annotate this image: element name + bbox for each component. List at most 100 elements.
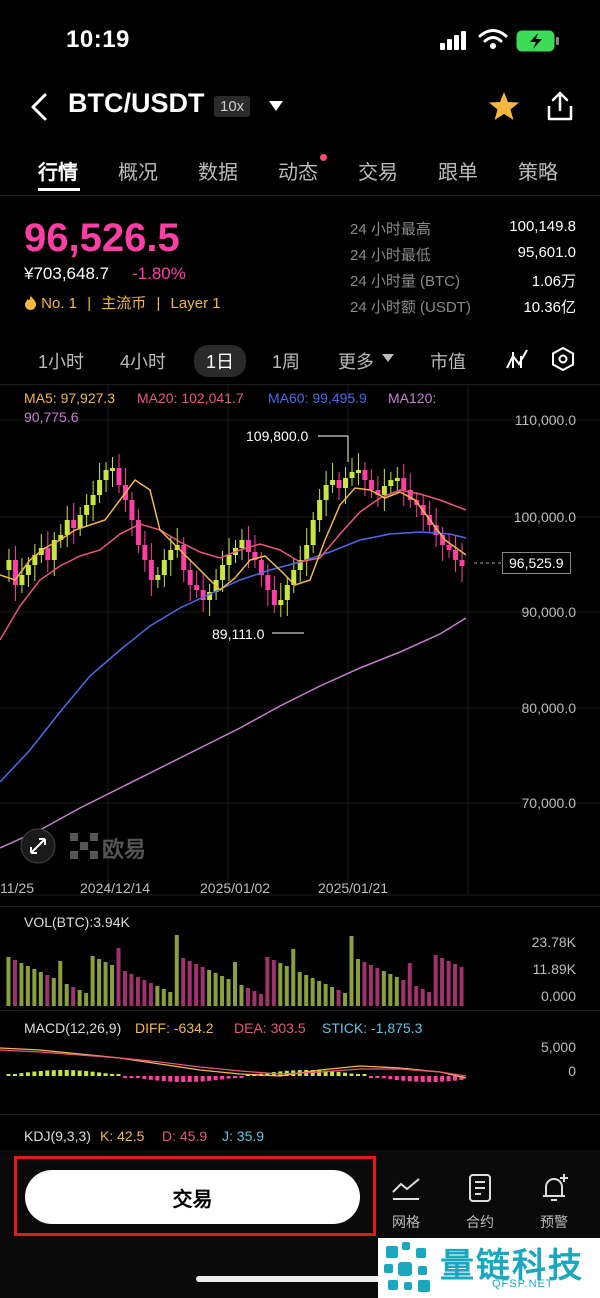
- interval-market-cap[interactable]: 市值: [430, 348, 466, 374]
- interval-4h[interactable]: 4小时: [120, 348, 166, 374]
- watermark-site: QFSP.NET: [492, 1278, 554, 1290]
- rank-tag[interactable]: No. 1: [41, 295, 77, 312]
- contract-label[interactable]: 合约: [450, 1212, 510, 1232]
- candle-body: [271, 590, 277, 605]
- volume-bar: [32, 969, 37, 1006]
- y-tick: 90,000.0: [521, 604, 577, 620]
- volume-bar: [51, 978, 56, 1006]
- trade-button[interactable]: 交易: [25, 1170, 360, 1224]
- volume-bar: [427, 992, 432, 1006]
- grid-label[interactable]: 网格: [376, 1212, 436, 1232]
- candle-body: [168, 550, 174, 560]
- mainstream-tag[interactable]: 主流币: [101, 295, 146, 312]
- favorite-star-icon[interactable]: [488, 90, 520, 122]
- tab-feed[interactable]: 动态: [278, 156, 318, 185]
- macd-bar: [161, 1076, 166, 1082]
- interval-1h[interactable]: 1小时: [38, 348, 84, 374]
- home-indicator[interactable]: [196, 1276, 402, 1282]
- candle-body: [45, 548, 51, 560]
- volume-bar: [258, 994, 263, 1006]
- expand-icon[interactable]: [20, 828, 56, 864]
- candle-body: [336, 480, 342, 488]
- stat-value: 95,601.0: [517, 244, 576, 261]
- grid-trading-icon[interactable]: [390, 1172, 422, 1204]
- candle-body: [90, 495, 96, 505]
- share-icon[interactable]: [545, 90, 575, 122]
- volume-bar: [71, 987, 76, 1006]
- candle-body: [310, 520, 316, 545]
- tag-separator: |: [156, 295, 161, 312]
- candle-body: [394, 478, 400, 481]
- macd-bar: [375, 1076, 380, 1078]
- candle-body: [181, 545, 187, 570]
- alert-bell-plus-icon[interactable]: [538, 1172, 570, 1204]
- macd-bar: [200, 1076, 205, 1082]
- volume-bar: [161, 989, 166, 1006]
- wifi-icon: [478, 29, 508, 49]
- interval-1d[interactable]: 1日: [194, 345, 247, 377]
- indicator-lines-icon[interactable]: [504, 346, 530, 372]
- back-arrow-icon[interactable]: [28, 92, 52, 122]
- tab-trade[interactable]: 交易: [358, 156, 398, 185]
- volume-bar: [420, 989, 425, 1006]
- volume-bar: [368, 965, 373, 1006]
- macd-bar: [407, 1076, 412, 1082]
- volume-bar: [284, 966, 289, 1006]
- volume-bar: [58, 961, 63, 1006]
- stat-value: 1.06万: [531, 273, 576, 290]
- candle-body: [161, 560, 167, 575]
- ma20-legend: MA20: 102,041.7: [137, 390, 244, 406]
- stat-label: 24 小时最高: [350, 221, 431, 238]
- macd-bar: [317, 1070, 322, 1076]
- macd-bar: [343, 1072, 348, 1076]
- volume-bar: [142, 980, 147, 1006]
- macd-bar: [71, 1070, 76, 1076]
- interval-1w[interactable]: 1周: [272, 348, 300, 374]
- x-tick: 2025/01/02: [200, 880, 271, 896]
- fire-icon: [25, 295, 36, 310]
- layer1-tag[interactable]: Layer 1: [171, 295, 221, 312]
- volume-bar: [194, 964, 199, 1006]
- volume-bar: [168, 992, 173, 1006]
- volume-bar: [181, 958, 186, 1006]
- macd-stick: STICK: -1,875.3: [322, 1020, 423, 1036]
- tab-overview[interactable]: 概况: [118, 156, 158, 185]
- volume-bar: [304, 975, 309, 1006]
- volume-bar: [220, 976, 225, 1006]
- volume-bar: [265, 957, 270, 1006]
- macd-dea-line: [0, 1049, 467, 1077]
- candlestick-chart[interactable]: [0, 385, 600, 910]
- ma120-legend: MA120:: [388, 390, 437, 406]
- tag-separator: |: [87, 295, 92, 312]
- tab-market[interactable]: 行情: [38, 156, 78, 185]
- macd-bar: [401, 1076, 406, 1081]
- interval-more[interactable]: 更多: [338, 348, 374, 374]
- tab-data[interactable]: 数据: [198, 156, 238, 185]
- tab-strategy[interactable]: 策略: [518, 156, 558, 185]
- candle-body: [19, 575, 25, 585]
- volume-bar: [239, 985, 244, 1006]
- brand-watermark: 欧易: [102, 837, 147, 862]
- ma20-line: [0, 489, 467, 641]
- macd-bar: [368, 1076, 373, 1078]
- chevron-down-icon[interactable]: [268, 100, 284, 112]
- volume-bar: [12, 960, 17, 1006]
- alert-label[interactable]: 预警: [524, 1212, 584, 1232]
- candle-body: [343, 478, 349, 488]
- macd-bar: [142, 1076, 147, 1080]
- cellular-signal-icon: [440, 31, 466, 50]
- volume-bar: [45, 975, 50, 1006]
- volume-bar: [187, 961, 192, 1006]
- hex-settings-icon[interactable]: [550, 346, 576, 372]
- pair-title[interactable]: BTC/USDT: [68, 88, 205, 119]
- tab-copy-trading[interactable]: 跟单: [438, 156, 478, 185]
- candle-body: [368, 480, 374, 490]
- macd-bar: [129, 1076, 134, 1078]
- macd-bar: [32, 1071, 37, 1076]
- stat-label: 24 小时最低: [350, 247, 431, 264]
- candle-body: [220, 565, 226, 580]
- candles-layer: [6, 453, 465, 617]
- volume-bar: [414, 986, 419, 1006]
- contract-icon[interactable]: [464, 1172, 496, 1204]
- volume-bar: [135, 977, 140, 1006]
